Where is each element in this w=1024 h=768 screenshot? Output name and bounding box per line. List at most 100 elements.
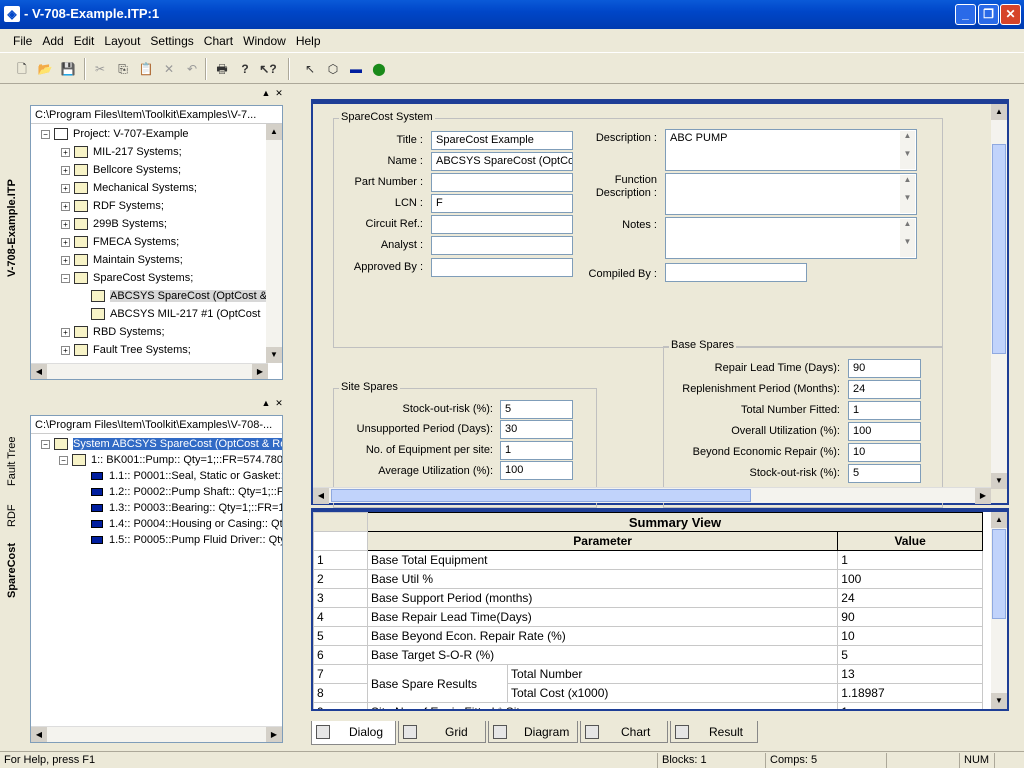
- tree-hscroll[interactable]: ◀ ▶: [31, 726, 282, 742]
- undo-icon[interactable]: ↶: [182, 59, 202, 79]
- part-number-field[interactable]: [431, 173, 573, 192]
- menu-add[interactable]: Add: [37, 29, 68, 53]
- expand-toggle-icon[interactable]: +: [61, 165, 70, 175]
- equipment-per-site-field[interactable]: 1: [500, 441, 573, 460]
- parameter-cell[interactable]: Base Repair Lead Time(Days): [366, 607, 839, 627]
- tab-result[interactable]: Result: [670, 721, 758, 743]
- component-icon[interactable]: ▬: [346, 59, 366, 79]
- description-field[interactable]: ABC PUMP ▲ ▼: [665, 129, 917, 171]
- circuit-ref-field[interactable]: [431, 215, 573, 234]
- scroll-up-icon[interactable]: ▲: [991, 104, 1007, 120]
- notes-field[interactable]: ▲ ▼: [665, 217, 917, 259]
- pointer-icon[interactable]: ↖: [300, 59, 320, 79]
- tab-grid[interactable]: Grid: [398, 721, 486, 743]
- scroll-down-icon[interactable]: ▼: [266, 347, 282, 363]
- table-row[interactable]: 5 Base Beyond Econ. Repair Rate (%) 10: [313, 626, 983, 646]
- scroll-left-icon[interactable]: ◀: [31, 364, 47, 379]
- side-tab-sparecost[interactable]: SpareCost: [6, 538, 26, 603]
- table-row[interactable]: 6 Base Target S-O-R (%) 5: [313, 645, 983, 665]
- parameter-column-header[interactable]: Parameter: [366, 531, 839, 551]
- block-icon[interactable]: ⬡: [323, 59, 343, 79]
- tree-item[interactable]: ABCSYS MIL-217 #1 (OptCost: [91, 305, 260, 323]
- pane-close-icon[interactable]: ✕: [273, 398, 285, 408]
- go-icon[interactable]: ⬤: [369, 59, 389, 79]
- scroll-left-icon[interactable]: ◀: [313, 488, 329, 504]
- table-row[interactable]: 4 Base Repair Lead Time(Days) 90: [313, 607, 983, 627]
- scroll-right-icon[interactable]: ▶: [975, 488, 991, 504]
- new-file-icon[interactable]: 🗋: [12, 59, 32, 79]
- parameter-cell[interactable]: Base Total Equipment: [366, 550, 839, 570]
- sub-parameter-cell[interactable]: Total Number: [506, 664, 839, 684]
- scroll-right-icon[interactable]: ▶: [266, 727, 282, 742]
- help-icon[interactable]: ?: [235, 59, 255, 79]
- tree-item[interactable]: + Maintain Systems;: [61, 251, 183, 269]
- textarea-scrollbar[interactable]: ▲ ▼: [900, 131, 915, 169]
- expand-toggle-icon[interactable]: +: [61, 237, 70, 247]
- tree-item[interactable]: + Bellcore Systems;: [61, 161, 181, 179]
- print-icon[interactable]: 🖶: [212, 59, 232, 79]
- textarea-scrollbar[interactable]: ▲ ▼: [900, 175, 915, 213]
- delete-icon[interactable]: ✕: [159, 59, 179, 79]
- scroll-down-icon[interactable]: ▼: [991, 473, 1007, 489]
- value-cell[interactable]: 1: [837, 550, 983, 570]
- expand-toggle-icon[interactable]: −: [41, 129, 50, 139]
- function-description-field[interactable]: ▲ ▼: [665, 173, 917, 215]
- analyst-field[interactable]: [431, 236, 573, 255]
- scroll-right-icon[interactable]: ▶: [252, 364, 268, 379]
- value-cell[interactable]: 13: [837, 664, 983, 684]
- tree-item[interactable]: + Mechanical Systems;: [61, 179, 197, 197]
- lcn-field[interactable]: F: [431, 194, 573, 213]
- repair-lead-time-field[interactable]: 90: [848, 359, 921, 378]
- expand-toggle-icon[interactable]: +: [61, 201, 70, 211]
- expand-toggle-icon[interactable]: +: [61, 327, 70, 337]
- menu-chart[interactable]: Chart: [199, 29, 238, 53]
- unsupported-period-field[interactable]: 30: [500, 420, 573, 439]
- tab-diagram[interactable]: Diagram: [488, 721, 578, 743]
- menu-window[interactable]: Window: [238, 29, 291, 53]
- value-cell[interactable]: 10: [837, 626, 983, 646]
- side-tab-fault-tree[interactable]: Fault Tree: [6, 430, 26, 492]
- tab-dialog[interactable]: Dialog: [311, 721, 396, 745]
- tree-item[interactable]: + MIL-217 Systems;: [61, 143, 182, 161]
- value-cell[interactable]: 5: [837, 645, 983, 665]
- parameter-cell[interactable]: Base Support Period (months): [366, 588, 839, 608]
- restore-button[interactable]: ❐: [978, 4, 999, 25]
- scroll-thumb[interactable]: [331, 489, 751, 502]
- menu-help[interactable]: Help: [291, 29, 326, 53]
- tree-hscroll[interactable]: ◀ ▶: [31, 363, 268, 379]
- menu-layout[interactable]: Layout: [99, 29, 145, 53]
- value-cell[interactable]: 100: [837, 569, 983, 589]
- expand-toggle-icon[interactable]: +: [61, 255, 70, 265]
- tree-item[interactable]: 1.5:: P0005::Pump Fluid Driver:: Qty: [91, 531, 282, 549]
- tree-item[interactable]: − Project: V-707-Example: [41, 125, 189, 143]
- app-icon[interactable]: ◈: [4, 6, 20, 22]
- expand-toggle-icon[interactable]: −: [61, 273, 70, 283]
- average-utilization-field[interactable]: 100: [500, 461, 573, 480]
- tree-item[interactable]: ABCSYS SpareCost (OptCost &: [91, 287, 268, 305]
- tree-item[interactable]: − SpareCost Systems;: [61, 269, 193, 287]
- parameter-cell[interactable]: Site No. of Equip Fitted * Site: [366, 702, 839, 709]
- compiled-by-field[interactable]: [665, 263, 807, 282]
- scroll-up-icon[interactable]: ▲: [266, 124, 282, 140]
- value-cell[interactable]: 1.18987: [837, 683, 983, 703]
- tree-item[interactable]: + RBD Systems;: [61, 323, 165, 341]
- tree-item[interactable]: +299B Systems;: [61, 215, 167, 233]
- form-vscroll[interactable]: ▲ ▼: [991, 104, 1007, 489]
- menu-settings[interactable]: Settings: [145, 29, 198, 53]
- save-icon[interactable]: 💾: [58, 59, 78, 79]
- parameter-cell[interactable]: Base Target S-O-R (%): [366, 645, 839, 665]
- parameter-cell[interactable]: Base Beyond Econ. Repair Rate (%): [366, 626, 839, 646]
- scroll-left-icon[interactable]: ◀: [31, 727, 47, 742]
- cut-icon[interactable]: ✂: [90, 59, 110, 79]
- overall-utilization-field[interactable]: 100: [848, 422, 921, 441]
- close-button[interactable]: ✕: [1000, 4, 1021, 25]
- side-tab-project[interactable]: V-708-Example.ITP: [6, 113, 26, 343]
- expand-toggle-icon[interactable]: −: [59, 455, 68, 465]
- value-cell[interactable]: 1: [837, 702, 983, 709]
- tree-item[interactable]: + FMECA Systems;: [61, 233, 179, 251]
- sub-parameter-cell[interactable]: Total Cost (x1000): [506, 683, 839, 703]
- beyond-economic-repair-field[interactable]: 10: [848, 443, 921, 462]
- group-cell[interactable]: Base Spare Results: [367, 664, 508, 703]
- title-field[interactable]: SpareCost Example: [431, 131, 573, 150]
- pane-maximize-icon[interactable]: ▲: [260, 398, 272, 408]
